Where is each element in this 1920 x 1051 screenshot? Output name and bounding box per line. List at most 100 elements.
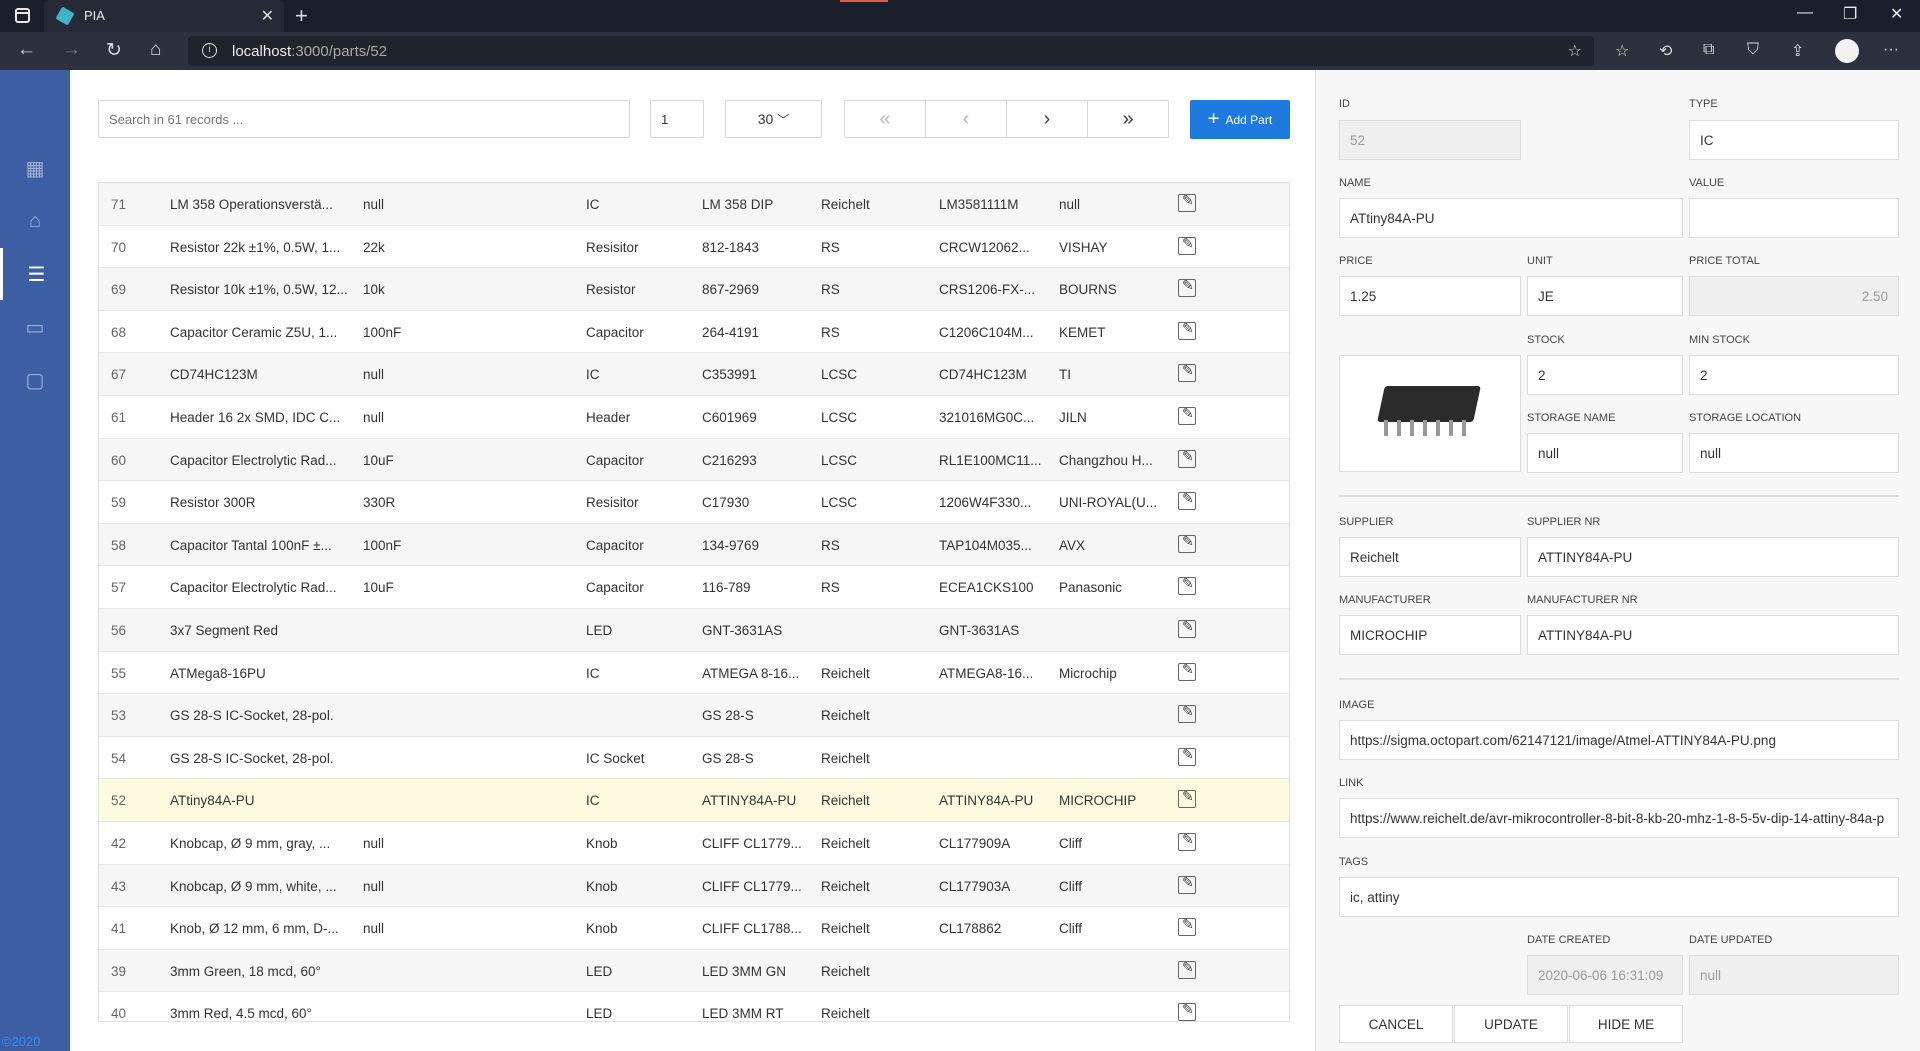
min-stock-field[interactable]: 2 — [1689, 355, 1899, 395]
edit-icon[interactable] — [1178, 575, 1196, 596]
supplier-nr-cell: CLIFF CL1779... — [702, 878, 802, 894]
favorite-add-icon[interactable]: ☆ — [1568, 41, 1582, 61]
storage-location-field[interactable]: null — [1689, 433, 1899, 473]
parts-table: 71 LM 358 Operationsverstä... null IC LM 358… — [98, 182, 1290, 1022]
hide-me-button[interactable]: HIDE ME — [1569, 1005, 1683, 1043]
edit-icon[interactable] — [1178, 661, 1196, 681]
table-row[interactable]: 39 3mm Green, 18 mcd, 60° LED LED 3MM GN Rei… — [99, 949, 1289, 993]
edit-icon[interactable] — [1178, 703, 1196, 724]
supplier-nr-field[interactable]: ATTINY84A-PU — [1527, 537, 1899, 577]
message-icon[interactable]: ▢ — [0, 354, 70, 406]
table-row[interactable]: 60 Capacitor Electrolytic Rad... 10uF Capac… — [99, 438, 1289, 482]
part-value-cell: 10uF — [363, 452, 394, 468]
image-url-field[interactable]: https://sigma.octopart.com/62147121/imag… — [1339, 720, 1899, 760]
edit-icon[interactable] — [1178, 959, 1196, 979]
window-close-icon[interactable]: ✕ — [1890, 4, 1903, 24]
tab-close-icon[interactable]: ✕ — [261, 6, 274, 26]
edit-icon[interactable] — [1178, 916, 1196, 937]
table-row[interactable]: 40 3mm Red, 4.5 mcd, 60° LED LED 3MM RT Reic… — [99, 992, 1289, 1021]
table-row[interactable]: 68 Capacitor Ceramic Z5U, 1... 100nF Capaci… — [99, 311, 1289, 354]
part-value-cell: null — [363, 921, 385, 937]
more-icon[interactable]: ··· — [1883, 41, 1899, 59]
restore-icon[interactable]: ❐ — [1843, 4, 1857, 24]
table-row[interactable]: 58 Capacitor Tantal 100nF ±... 100nF Capaci… — [99, 523, 1289, 567]
home-icon[interactable]: ⌂ — [150, 39, 161, 61]
name-field[interactable]: ATtiny84A-PU — [1339, 198, 1683, 238]
table-row[interactable]: 61 Header 16 2x SMD, IDC C... null Header C6… — [99, 396, 1289, 439]
dashboard-icon[interactable]: ▦ — [0, 142, 70, 194]
edit-icon[interactable] — [1178, 235, 1196, 255]
page-size-select[interactable]: 30 ﹀ — [725, 100, 822, 138]
forward-icon[interactable]: → — [62, 39, 81, 61]
table-row[interactable]: 52 ATtiny84A-PU IC ATTINY84A-PU Reichelt ATTI… — [99, 779, 1289, 822]
prev-page-button[interactable]: ‹ — [926, 101, 1007, 137]
edit-icon[interactable] — [1178, 405, 1196, 425]
last-page-button[interactable]: » — [1088, 101, 1168, 137]
table-row[interactable]: 41 Knob, Ø 12 mm, 6 mm, D-... null Knob CLIF… — [99, 907, 1289, 950]
profile-avatar[interactable] — [1835, 39, 1859, 63]
search-input[interactable] — [98, 100, 630, 138]
edit-icon[interactable] — [1178, 277, 1196, 298]
new-tab-button[interactable]: + — [295, 3, 308, 29]
edit-icon[interactable] — [1178, 320, 1196, 340]
favorites-icon[interactable]: ☆ — [1615, 41, 1629, 61]
edit-icon[interactable] — [1178, 192, 1196, 212]
inbox-icon[interactable]: ▭ — [0, 301, 70, 353]
first-page-button[interactable]: « — [845, 101, 926, 137]
table-row[interactable]: 54 GS 28-S IC-Socket, 28-pol. IC Socket GS … — [99, 737, 1289, 780]
supplier-field[interactable]: Reichelt — [1339, 537, 1521, 577]
edit-icon[interactable] — [1178, 448, 1196, 468]
edit-icon[interactable] — [1178, 831, 1196, 851]
table-row[interactable]: 55 ATMega8-16PU IC ATMEGA 8-16... Reichelt AT… — [99, 652, 1289, 695]
type-field[interactable]: IC — [1689, 120, 1899, 160]
minimize-icon[interactable]: — — [1797, 4, 1813, 22]
edit-icon[interactable] — [1178, 788, 1196, 809]
browser-tab[interactable]: PIA ✕ — [44, 0, 284, 32]
table-row[interactable]: 69 Resistor 10k ±1%, 0.5W, 12... 10k Resist… — [99, 268, 1289, 311]
table-row[interactable]: 43 Knobcap, Ø 9 mm, white, ... null Knob CLI… — [99, 864, 1289, 908]
tab-actions-icon[interactable] — [15, 8, 30, 23]
edit-icon[interactable] — [1178, 1001, 1196, 1021]
storage-name-field[interactable]: null — [1527, 433, 1683, 473]
update-button[interactable]: UPDATE — [1454, 1005, 1568, 1043]
link-field[interactable]: https://www.reichelt.de/avr-mikrocontrol… — [1339, 798, 1899, 838]
type-label: TYPE — [1689, 98, 1718, 110]
list-icon[interactable]: ☰ — [0, 248, 70, 300]
cancel-button[interactable]: CANCEL — [1339, 1005, 1453, 1043]
unit-field[interactable]: JE — [1527, 276, 1683, 316]
table-row[interactable]: 57 Capacitor Electrolytic Rad... 10uF Capac… — [99, 566, 1289, 609]
table-row[interactable]: 56 3x7 Segment Red LED GNT-3631AS GNT-3631AS — [99, 608, 1289, 652]
history-icon[interactable]: ⟲ — [1659, 41, 1672, 61]
collections-icon[interactable]: ⧉ — [1703, 41, 1714, 59]
manufacturer-cell: Cliff — [1059, 878, 1083, 894]
tags-field[interactable]: ic, attiny — [1339, 877, 1899, 917]
add-part-button[interactable]: + Add Part — [1190, 100, 1290, 139]
manufacturer-nr-field[interactable]: ATTINY84A-PU — [1527, 615, 1899, 655]
edit-icon[interactable] — [1178, 874, 1196, 894]
home-icon[interactable]: ⌂ — [0, 195, 70, 247]
next-page-button[interactable]: › — [1007, 101, 1088, 137]
supplier-nr-cell: 134-9769 — [702, 537, 760, 553]
table-row[interactable]: 71 LM 358 Operationsverstä... null IC LM 358… — [99, 183, 1289, 226]
manufacturer-field[interactable]: MICROCHIP — [1339, 615, 1521, 655]
table-row[interactable]: 70 Resistor 22k ±1%, 0.5W, 1... 22k Resisit… — [99, 226, 1289, 269]
site-info-icon[interactable]: i — [202, 43, 217, 58]
table-row[interactable]: 42 Knobcap, Ø 9 mm, gray, ... null Knob CLIF… — [99, 822, 1289, 865]
refresh-icon[interactable]: ↻ — [106, 39, 122, 62]
extensions-icon[interactable]: ⛉ — [1747, 41, 1759, 59]
value-field[interactable] — [1689, 198, 1899, 238]
table-row[interactable]: 53 GS 28-S IC-Socket, 28-pol. GS 28-S Reich… — [99, 694, 1289, 737]
stock-field[interactable]: 2 — [1527, 355, 1683, 395]
back-icon[interactable]: ← — [17, 39, 36, 61]
edit-icon[interactable] — [1178, 490, 1196, 511]
table-row[interactable]: 67 CD74HC123M null IC C353991 LCSC CD74HC123M T… — [99, 353, 1289, 396]
edit-icon[interactable] — [1178, 618, 1196, 638]
edit-icon[interactable] — [1178, 746, 1196, 766]
price-field[interactable]: 1.25 — [1339, 276, 1521, 316]
table-row[interactable]: 59 Resistor 300R 330R Resisitor C17930 LCSC 12… — [99, 481, 1289, 524]
address-bar[interactable]: i localhost:3000/parts/52 ☆ — [188, 36, 1594, 66]
share-icon[interactable]: ⇪ — [1791, 41, 1804, 61]
edit-icon[interactable] — [1178, 533, 1196, 553]
edit-icon[interactable] — [1178, 362, 1196, 383]
page-number-input[interactable]: 1 — [650, 100, 704, 138]
